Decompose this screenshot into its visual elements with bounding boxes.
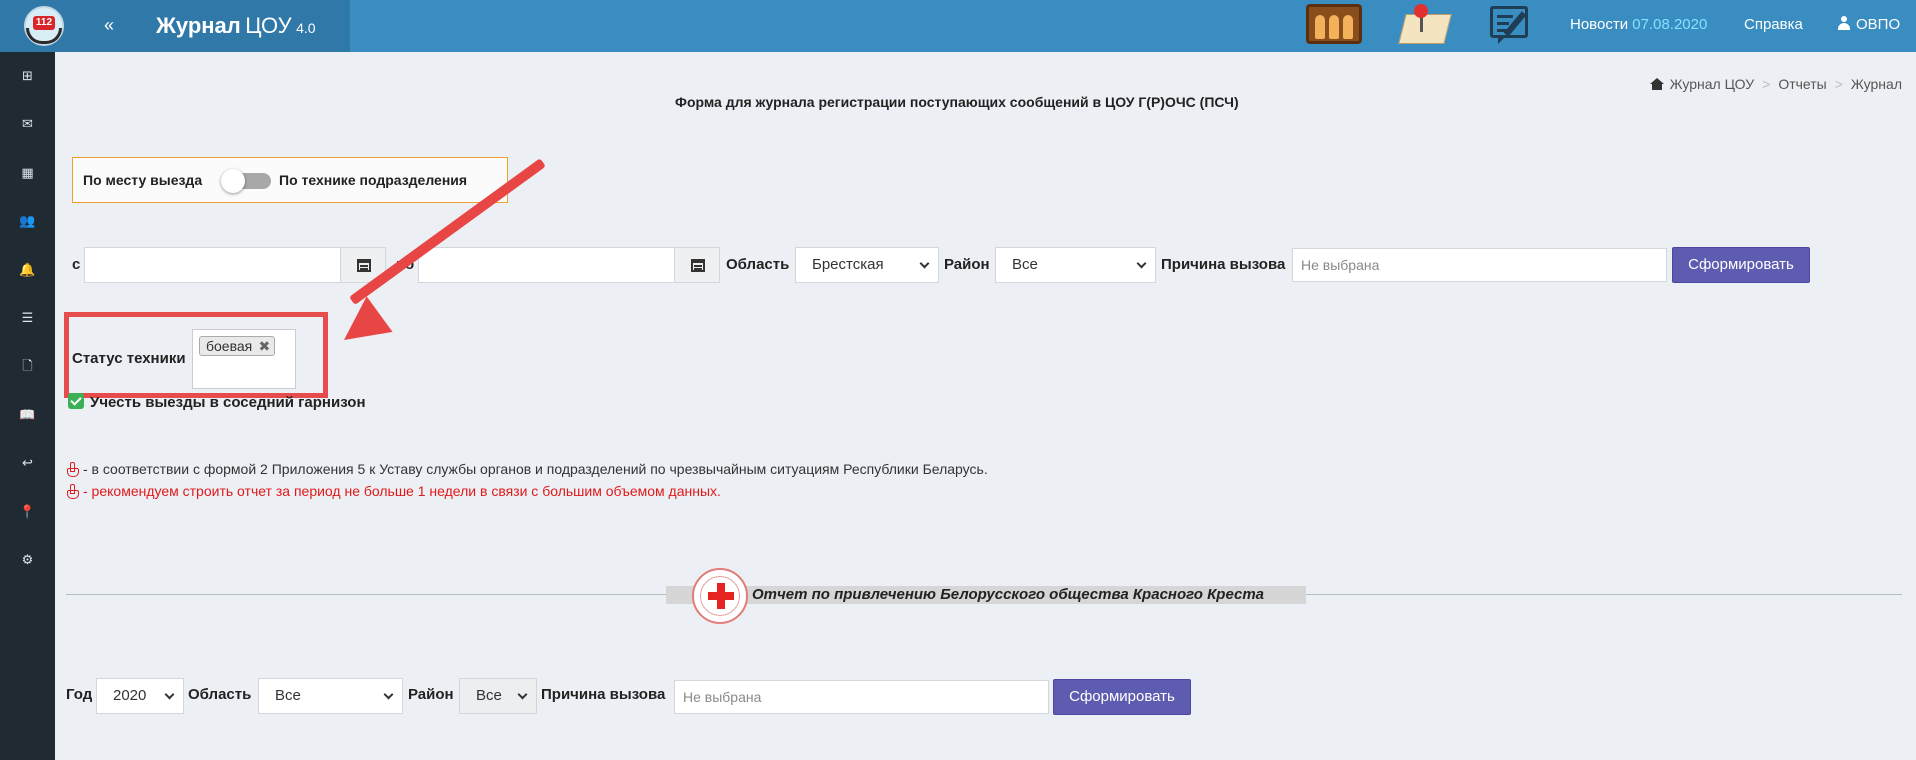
annotation-highlight-box: [64, 312, 328, 398]
chevron-down-icon: [383, 689, 394, 700]
brand-rest: ЦОУ: [245, 13, 292, 38]
calendar-icon: [691, 259, 705, 272]
logo-badge: 112: [33, 16, 55, 30]
sidebar-item-add[interactable]: ⊞: [0, 58, 55, 94]
district-select-value: Все: [1012, 256, 1038, 273]
breadcrumb: Журнал ЦОУ > Отчеты > Журнал: [1649, 76, 1902, 92]
file-icon: 🗋: [22, 358, 33, 373]
page-title: Форма для журнала регистрации поступающи…: [675, 94, 1239, 110]
plus-square-icon: ⊞: [22, 68, 33, 83]
map-marker-icon: 📍: [19, 504, 36, 519]
date-to-input[interactable]: [418, 247, 675, 283]
region-select[interactable]: Брестская: [795, 247, 939, 283]
info-note: - в соответствии с формой 2 Приложения 5…: [66, 461, 988, 477]
neighbor-garrison-label[interactable]: Учесть выезды в соседний гарнизон: [90, 394, 366, 411]
sidebar-item-documents[interactable]: 🗋: [0, 348, 55, 384]
rc-call-reason-label: Причина вызова: [541, 686, 666, 703]
hand-pointer-icon: [66, 484, 79, 499]
breadcrumb-item-current: Журнал: [1850, 76, 1902, 92]
rc-district-label: Район: [408, 686, 454, 703]
sidebar-item-reply[interactable]: ↩: [0, 445, 55, 481]
note-edit-icon[interactable]: [1490, 6, 1534, 46]
chevron-down-icon: [164, 689, 175, 700]
hand-pointer-icon: [66, 462, 79, 477]
date-from-label: с: [72, 256, 81, 273]
toggle-right-label: По технике подразделения: [279, 172, 468, 188]
breadcrumb-separator: >: [1762, 76, 1771, 92]
envelope-icon: ✉: [22, 116, 33, 131]
sidebar-item-list[interactable]: ☰: [0, 300, 55, 336]
sidebar-item-alerts[interactable]: 🔔: [0, 252, 55, 288]
rc-call-reason-input[interactable]: Не выбрана: [674, 680, 1049, 714]
year-select-value: 2020: [113, 687, 147, 704]
rc-generate-report-button[interactable]: Сформировать: [1053, 679, 1191, 715]
sidebar-item-users[interactable]: 👥: [0, 203, 55, 239]
sidebar-item-settings[interactable]: ⚙: [0, 542, 55, 578]
district-label: Район: [944, 256, 990, 273]
bell-icon: 🔔: [19, 262, 36, 277]
people-folder-icon[interactable]: [1306, 4, 1362, 44]
brand-bold: Журнал: [156, 13, 241, 38]
rc-district-select-value: Все: [476, 687, 502, 704]
rc-region-select[interactable]: Все: [258, 678, 403, 714]
user-menu[interactable]: ОВПО: [1838, 0, 1900, 50]
region-label: Область: [726, 256, 790, 273]
map-pin-icon[interactable]: [1398, 4, 1452, 46]
home-icon[interactable]: [1649, 78, 1664, 90]
news-date: 07.08.2020: [1632, 16, 1708, 33]
toggle-left-label: По месту выезда: [83, 172, 203, 188]
date-to-calendar-button[interactable]: [674, 247, 720, 283]
year-select[interactable]: 2020: [96, 678, 184, 714]
user-icon: [1838, 16, 1850, 30]
red-cross-section-title: Отчет по привлечению Белорусского общест…: [752, 586, 1265, 603]
news-label: Новости: [1570, 16, 1629, 33]
generate-report-button[interactable]: Сформировать: [1672, 247, 1810, 283]
info-note-text: - в соответствии с формой 2 Приложения 5…: [83, 461, 988, 477]
report-mode-toggle-panel: По месту выезда По технике подразделения: [72, 157, 508, 203]
breadcrumb-item-reports[interactable]: Отчеты: [1778, 76, 1826, 92]
app-logo[interactable]: 112: [0, 0, 88, 52]
rc-region-label: Область: [188, 686, 252, 703]
call-reason-label: Причина вызова: [1161, 256, 1286, 273]
breadcrumb-item-journal-cou[interactable]: Журнал ЦОУ: [1670, 76, 1755, 92]
sidebar-item-messages[interactable]: ✉: [0, 106, 55, 142]
chevron-down-icon: [1136, 258, 1147, 269]
district-select[interactable]: Все: [995, 247, 1156, 283]
year-label: Год: [66, 686, 93, 703]
news-link[interactable]: Новости 07.08.2020: [1570, 0, 1707, 50]
brand-version: 4.0: [296, 20, 316, 36]
region-select-value: Брестская: [812, 256, 884, 273]
red-cross-logo: [692, 568, 748, 624]
rc-region-select-value: Все: [275, 687, 301, 704]
rc-district-select[interactable]: Все: [459, 678, 537, 714]
book-icon: 📖: [19, 407, 36, 422]
sidebar-item-table[interactable]: ▦: [0, 155, 55, 191]
table-icon: ▦: [21, 165, 34, 180]
annotation-arrow-head: [331, 296, 393, 358]
reply-icon: ↩: [22, 455, 33, 470]
warning-note: - рекомендуем строить отчет за период не…: [66, 483, 721, 499]
user-name: ОВПО: [1856, 16, 1901, 33]
sidebar-item-journal[interactable]: 📖: [0, 397, 55, 433]
sidebar-item-map[interactable]: 📍: [0, 494, 55, 530]
sidebar-collapse-button[interactable]: «: [88, 0, 130, 52]
warning-note-text: - рекомендуем строить отчет за период не…: [83, 483, 721, 499]
top-navbar: 112 « Журнал ЦОУ 4.0 Новости 07.08.2020 …: [0, 0, 1916, 52]
breadcrumb-separator: >: [1834, 76, 1843, 92]
chevron-down-icon: [919, 258, 930, 269]
switch-knob[interactable]: [221, 169, 245, 193]
list-icon: ☰: [21, 310, 34, 325]
gear-icon: ⚙: [21, 552, 34, 567]
users-icon: 👥: [19, 213, 36, 228]
report-mode-switch[interactable]: [221, 169, 271, 193]
brand-title[interactable]: Журнал ЦОУ 4.0: [130, 0, 350, 52]
neighbor-garrison-checkbox[interactable]: [68, 393, 84, 409]
call-reason-input[interactable]: Не выбрана: [1292, 248, 1667, 282]
date-from-input[interactable]: [84, 247, 341, 283]
sidebar: ⊞ ✉ ▦ 👥 🔔 ☰ 🗋 📖 ↩ 📍 ⚙: [0, 52, 55, 760]
help-link[interactable]: Справка: [1744, 0, 1803, 50]
calendar-icon: [357, 259, 371, 272]
chevron-down-icon: [517, 689, 528, 700]
